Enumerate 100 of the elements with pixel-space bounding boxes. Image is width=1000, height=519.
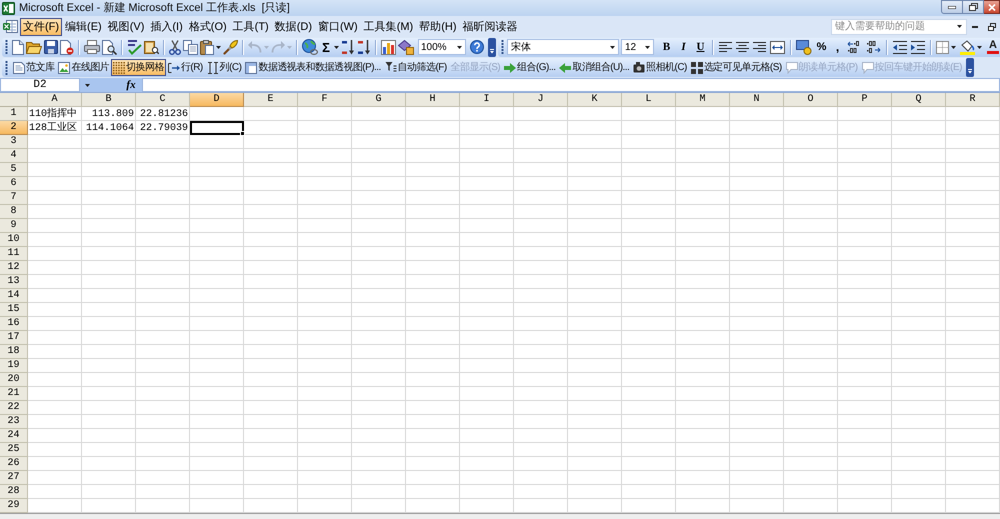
row-header[interactable]: 1 [0,107,28,121]
insert-function-button[interactable]: fx [124,78,138,92]
menu-item[interactable]: 工具(T) [230,18,272,36]
document-no-entry-icon[interactable] [60,40,74,54]
sheet-cell[interactable]: 113.809 [82,107,136,121]
sort-ascending-icon[interactable] [341,40,355,54]
column-header[interactable]: N [730,93,784,107]
dropdown-arrow-icon[interactable] [85,84,90,86]
row-header[interactable]: 27 [0,471,28,485]
row-header[interactable]: 16 [0,317,28,331]
money-icon[interactable] [796,40,812,54]
folder-icon[interactable] [26,40,42,54]
help-icon[interactable] [470,40,484,54]
row-header[interactable]: 24 [0,429,28,443]
column-header[interactable]: H [406,93,460,107]
active-cell[interactable] [190,121,244,135]
save-icon[interactable] [44,40,58,54]
column-header[interactable]: J [514,93,568,107]
dropdown-arrow-icon[interactable] [977,46,982,48]
minimize-icon[interactable] [948,6,956,8]
menu-item[interactable]: 工具集(M) [360,18,416,36]
formula-input-field[interactable] [142,78,1000,92]
sheet-cell[interactable]: 110指挥中 [28,107,82,121]
toolbar-button[interactable]: 数据透视表和数据透视图(P)... [243,59,383,76]
toolbar-options-icon[interactable] [966,58,974,77]
camera-icon[interactable] [633,62,646,73]
toolbar-button[interactable]: 组合(G)... [502,59,558,76]
dropdown-arrow-icon[interactable] [610,46,615,48]
minimize-icon[interactable] [972,26,978,28]
paintbrush-icon[interactable] [223,40,238,54]
maximize-button[interactable] [963,0,984,14]
row-header[interactable]: 29 [0,499,28,513]
filter-icon[interactable] [384,62,397,73]
toolbar-grip[interactable] [5,40,8,54]
increase-decimal-icon[interactable] [847,41,862,53]
picture-icon[interactable] [58,62,70,74]
paint-bucket-icon[interactable] [960,40,975,54]
sheet-cell[interactable]: 128工业区 [28,121,82,135]
column-header[interactable]: C [136,93,190,107]
clipboard-icon[interactable] [200,40,214,54]
column-header[interactable]: O [784,93,838,107]
scissors-icon[interactable] [169,40,181,54]
dropdown-arrow-icon[interactable] [216,46,221,48]
italic-button[interactable]: I [676,39,691,55]
name-box[interactable]: D2 [0,78,80,92]
dotted-grid-icon[interactable] [113,62,126,74]
toolbar-button[interactable]: 在线图片 [56,59,112,76]
restore-icon[interactable] [988,22,996,30]
menu-item[interactable]: 视图(V) [104,18,148,36]
new-document-icon[interactable] [12,40,24,54]
dropdown-arrow-icon[interactable] [951,46,956,48]
fill-handle[interactable] [240,131,245,136]
row-header[interactable]: 3 [0,135,28,149]
font-color-button[interactable]: A [986,39,1000,55]
row-header[interactable]: 10 [0,233,28,247]
font-combo[interactable]: 宋体 [507,39,619,55]
copy-icon[interactable] [183,40,198,54]
row-header[interactable]: 18 [0,345,28,359]
column-header[interactable]: D [190,93,244,107]
printer-icon[interactable] [84,40,100,54]
column-header[interactable]: A [28,93,82,107]
column-header[interactable]: I [460,93,514,107]
row-header[interactable]: 17 [0,331,28,345]
column-header[interactable]: E [244,93,298,107]
menu-item[interactable]: 格式(O) [186,18,230,36]
toolbar-button[interactable]: 范文库 [11,59,56,76]
book-magnifier-icon[interactable] [144,40,159,54]
menu-item[interactable]: 数据(D) [272,18,315,36]
row-header[interactable]: 26 [0,457,28,471]
toolbar-button[interactable]: 自动筛选(F) [382,59,449,76]
row-header[interactable]: 6 [0,177,28,191]
help-question-field[interactable]: 键入需要帮助的问题 [831,18,967,34]
row-header[interactable]: 19 [0,359,28,373]
bold-button[interactable]: B [659,39,674,55]
row-header[interactable]: 28 [0,485,28,499]
toolbar-button[interactable]: 列(C) [204,59,244,76]
minimize-button[interactable] [941,0,963,14]
column-header[interactable]: P [838,93,892,107]
column-lines-icon[interactable] [206,62,219,74]
row-header[interactable]: 5 [0,163,28,177]
pivot-table-icon[interactable] [245,62,258,74]
workbook-icon[interactable] [3,19,18,34]
column-header[interactable]: Q [892,93,946,107]
align-left-icon[interactable] [719,42,732,52]
merge-cells-icon[interactable] [770,40,785,54]
toolbar-grip[interactable] [501,40,504,54]
menu-item[interactable]: 福昕阅读器 [460,18,520,36]
row-header[interactable]: 7 [0,191,28,205]
decrease-indent-icon[interactable] [893,40,907,54]
row-header[interactable]: 9 [0,219,28,233]
sheet-cell[interactable]: 22.79039 [136,121,190,135]
menu-item[interactable]: 插入(I) [147,18,186,36]
row-header[interactable]: 12 [0,261,28,275]
menu-item[interactable]: 帮助(H) [416,18,460,36]
horizontal-scrollbar[interactable] [0,513,1000,519]
comma-style-button[interactable]: , [831,39,844,55]
toolbar-options-icon[interactable] [488,38,496,56]
restore-icon[interactable] [968,3,978,11]
column-header[interactable]: F [298,93,352,107]
row-header[interactable]: 2 [0,121,28,135]
